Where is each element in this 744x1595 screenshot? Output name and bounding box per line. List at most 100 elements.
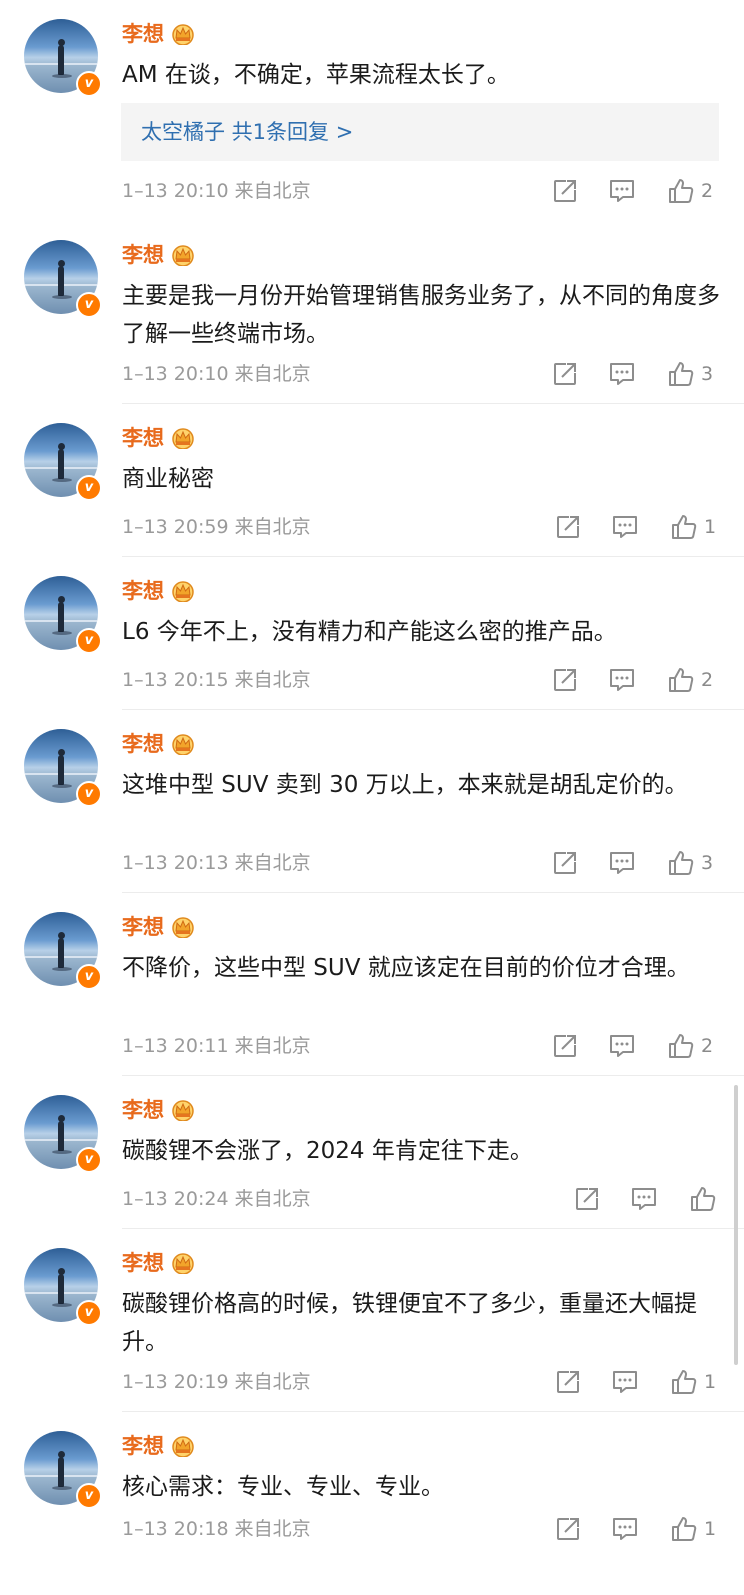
share-icon[interactable] xyxy=(555,1514,581,1544)
comment-actions: 2 xyxy=(550,665,730,695)
comment-time: 1–13 20:11 xyxy=(122,1035,229,1057)
comment-location: 来自北京 xyxy=(234,669,311,691)
avatar[interactable]: v xyxy=(24,729,102,807)
comment-icon[interactable] xyxy=(611,512,639,542)
like-count: 1 xyxy=(704,1518,717,1540)
author-name[interactable]: 李想 xyxy=(122,913,196,941)
comment-location: 来自北京 xyxy=(234,1188,311,1210)
avatar[interactable]: v xyxy=(24,240,102,318)
share-icon[interactable] xyxy=(574,1184,600,1214)
reply-link[interactable]: 太空橘子 共1条回复 > xyxy=(141,117,353,147)
comment-text: 不降价，这些中型 SUV 就应该定在目前的价位才合理。 xyxy=(122,955,690,981)
comment-time: 1–13 20:19 xyxy=(122,1371,229,1393)
comment-actions: 3 xyxy=(550,359,730,389)
comment-icon[interactable] xyxy=(611,1514,639,1544)
comment-icon[interactable] xyxy=(611,1367,639,1397)
comment-actions xyxy=(572,1184,744,1214)
comment-icon[interactable] xyxy=(608,848,636,878)
comment-location: 来自北京 xyxy=(234,1035,311,1057)
share-icon[interactable] xyxy=(552,1031,578,1061)
crown-icon xyxy=(170,580,196,603)
comment-icon[interactable] xyxy=(608,176,636,206)
author-name[interactable]: 李想 xyxy=(122,20,196,48)
comment-text: AM 在谈，不确定，苹果流程太长了。 xyxy=(122,62,510,88)
thumbs-up-icon xyxy=(667,360,695,388)
comment-meta: 1–13 20:18 来自北京 xyxy=(122,1516,311,1542)
verified-badge-icon: v xyxy=(76,1300,102,1326)
like-button[interactable] xyxy=(689,1184,723,1214)
like-button[interactable]: 3 xyxy=(667,848,713,878)
comment-meta: 1–13 20:11 来自北京 xyxy=(122,1033,311,1059)
comment-meta: 1–13 20:13 来自北京 xyxy=(122,850,311,876)
like-count: 2 xyxy=(701,669,714,691)
author-name[interactable]: 李想 xyxy=(122,424,196,452)
avatar[interactable]: v xyxy=(24,1431,102,1509)
comment-icon[interactable] xyxy=(608,359,636,389)
share-icon[interactable] xyxy=(552,176,578,206)
like-button[interactable]: 1 xyxy=(670,1367,716,1397)
verified-badge-icon: v xyxy=(76,71,102,97)
author-name[interactable]: 李想 xyxy=(122,241,196,269)
share-icon[interactable] xyxy=(555,512,581,542)
avatar[interactable]: v xyxy=(24,576,102,654)
author-name[interactable]: 李想 xyxy=(122,730,196,758)
avatar[interactable]: v xyxy=(24,19,102,97)
avatar[interactable]: v xyxy=(24,1095,102,1173)
author-name[interactable]: 李想 xyxy=(122,1249,196,1277)
author-name[interactable]: 李想 xyxy=(122,1432,196,1460)
comment-location: 来自北京 xyxy=(234,180,311,202)
author-name[interactable]: 李想 xyxy=(122,577,196,605)
like-count: 1 xyxy=(704,1371,717,1393)
comment-location: 来自北京 xyxy=(234,1371,311,1393)
like-button[interactable]: 2 xyxy=(667,665,713,695)
verified-badge-icon: v xyxy=(76,292,102,318)
comment-actions: 1 xyxy=(553,1367,733,1397)
avatar[interactable]: v xyxy=(24,423,102,501)
author-name[interactable]: 李想 xyxy=(122,1096,196,1124)
comment-actions: 1 xyxy=(553,512,733,542)
crown-icon xyxy=(170,1099,196,1122)
verified-badge-icon: v xyxy=(76,964,102,990)
crown-icon xyxy=(170,1252,196,1275)
comment-text: 碳酸锂价格高的时候，铁锂便宜不了多少，重量还大幅提升。 xyxy=(122,1291,697,1355)
comment-text: L6 今年不上，没有精力和产能这么密的推产品。 xyxy=(122,619,617,645)
comment-actions: 3 xyxy=(550,848,730,878)
comment-icon[interactable] xyxy=(608,1031,636,1061)
comment-time: 1–13 20:15 xyxy=(122,669,229,691)
crown-icon xyxy=(170,916,196,939)
comment-meta: 1–13 20:19 来自北京 xyxy=(122,1369,311,1395)
share-icon[interactable] xyxy=(552,665,578,695)
comment-item: v 李想碳酸锂价格高的时候，铁锂便宜不了多少，重量还大幅提升。 1–13 20:19… xyxy=(0,1229,744,1412)
comment-icon[interactable] xyxy=(608,665,636,695)
like-button[interactable]: 2 xyxy=(667,176,713,206)
comment-meta: 1–13 20:10 来自北京 xyxy=(122,361,311,387)
comment-location: 来自北京 xyxy=(234,363,311,385)
comment-actions: 2 xyxy=(550,176,730,206)
avatar[interactable]: v xyxy=(24,912,102,990)
avatar[interactable]: v xyxy=(24,1248,102,1326)
reply-box[interactable]: 太空橘子 共1条回复 > xyxy=(121,103,719,161)
like-count: 3 xyxy=(701,363,714,385)
crown-icon xyxy=(170,244,196,267)
comment-icon[interactable] xyxy=(630,1184,658,1214)
comment-meta: 1–13 20:59 来自北京 xyxy=(122,514,311,540)
like-button[interactable]: 3 xyxy=(667,359,713,389)
verified-badge-icon: v xyxy=(76,1483,102,1509)
like-button[interactable]: 2 xyxy=(667,1031,713,1061)
comment-time: 1–13 20:59 xyxy=(122,516,229,538)
like-button[interactable]: 1 xyxy=(670,1514,716,1544)
share-icon[interactable] xyxy=(552,359,578,389)
share-icon[interactable] xyxy=(552,848,578,878)
comment-location: 来自北京 xyxy=(234,852,311,874)
comment-item: v 李想 主要是我一月份开始管理销售服务业务了，从不同的角度多了解一些终端市场。 1–… xyxy=(0,221,744,404)
comment-text: 碳酸锂不会涨了，2024 年肯定往下走。 xyxy=(122,1138,533,1164)
share-icon[interactable] xyxy=(555,1367,581,1397)
like-count: 2 xyxy=(701,1035,714,1057)
like-count: 1 xyxy=(704,516,717,538)
like-button[interactable]: 1 xyxy=(670,512,716,542)
comment-meta: 1–13 20:15 来自北京 xyxy=(122,667,311,693)
crown-icon xyxy=(170,1435,196,1458)
scrollbar[interactable] xyxy=(734,1085,738,1365)
thumbs-up-icon xyxy=(670,513,698,541)
like-count: 2 xyxy=(701,180,714,202)
